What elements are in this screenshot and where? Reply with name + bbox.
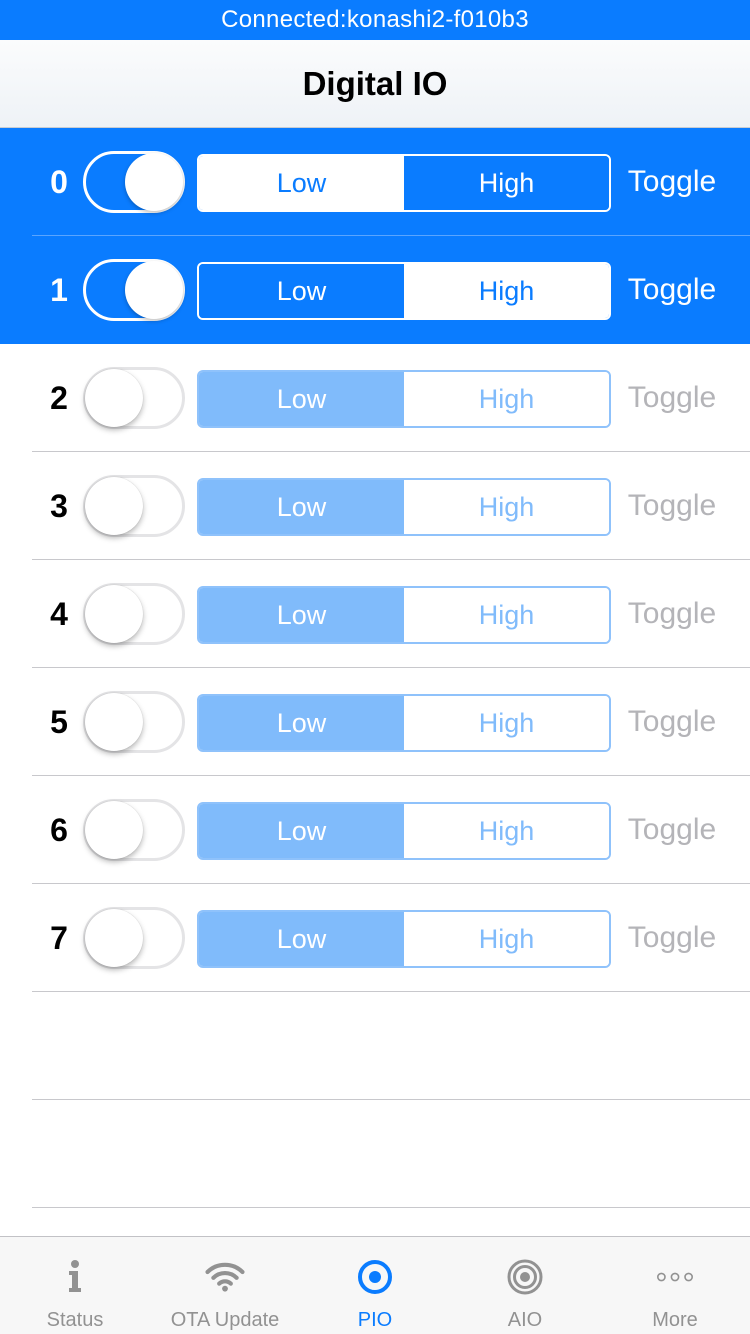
low-segment[interactable]: Low [199, 264, 404, 318]
pin-row-5: 5 Low High Toggle [0, 668, 750, 776]
tab-label: PIO [357, 1309, 393, 1331]
high-segment[interactable]: High [404, 588, 609, 642]
tab-status[interactable]: Status [0, 1237, 150, 1334]
tab-label: OTA Update [170, 1309, 280, 1331]
high-segment[interactable]: High [404, 480, 609, 534]
pio-target-icon [355, 1257, 395, 1297]
switch-knob [125, 261, 183, 319]
low-segment[interactable]: Low [199, 588, 404, 642]
toggle-button[interactable]: Toggle [622, 884, 722, 992]
tab-label: AIO [507, 1309, 543, 1331]
level-segmented-control: Low High [197, 586, 611, 644]
pin-row-4: 4 Low High Toggle [0, 560, 750, 668]
toggle-button[interactable]: Toggle [622, 344, 722, 452]
pin-number: 7 [50, 919, 68, 956]
pin-number: 3 [50, 487, 68, 524]
level-segmented-control: Low High [197, 262, 611, 320]
tab-aio[interactable]: AIO [450, 1237, 600, 1334]
low-segment[interactable]: Low [199, 480, 404, 534]
toggle-button[interactable]: Toggle [622, 776, 722, 884]
pin-number: 1 [50, 271, 68, 308]
pin-enable-switch[interactable] [83, 907, 185, 969]
switch-knob [85, 585, 143, 643]
empty-row [0, 992, 750, 1100]
pin-number: 6 [50, 811, 68, 848]
high-segment[interactable]: High [404, 696, 609, 750]
pin-row-6: 6 Low High Toggle [0, 776, 750, 884]
level-segmented-control: Low High [197, 154, 611, 212]
low-segment[interactable]: Low [199, 372, 404, 426]
pin-enable-switch[interactable] [83, 799, 185, 861]
level-segmented-control: Low High [197, 370, 611, 428]
pin-row-2: 2 Low High Toggle [0, 344, 750, 452]
aio-target-icon [505, 1257, 545, 1297]
switch-knob [85, 801, 143, 859]
switch-knob [85, 477, 143, 535]
level-segmented-control: Low High [197, 694, 611, 752]
pin-row-0: 0 Low High Toggle [0, 128, 750, 236]
pin-number: 2 [50, 379, 68, 416]
pin-enable-switch[interactable] [83, 367, 185, 429]
toggle-button[interactable]: Toggle [622, 668, 722, 776]
row-divider [32, 1207, 750, 1208]
level-segmented-control: Low High [197, 802, 611, 860]
level-segmented-control: Low High [197, 478, 611, 536]
tab-pio[interactable]: PIO [300, 1237, 450, 1334]
high-segment[interactable]: High [404, 264, 609, 318]
toggle-button[interactable]: Toggle [622, 452, 722, 560]
switch-knob [85, 693, 143, 751]
tab-label: Status [46, 1309, 104, 1331]
tab-ota-update[interactable]: OTA Update [150, 1237, 300, 1334]
tab-bar: Status OTA Update PIO AIO More [0, 1236, 750, 1334]
high-segment[interactable]: High [404, 156, 609, 210]
tab-label: More [652, 1309, 698, 1331]
toggle-button[interactable]: Toggle [622, 128, 722, 236]
switch-knob [85, 369, 143, 427]
pin-enable-switch[interactable] [83, 583, 185, 645]
page-title: Digital IO [302, 64, 448, 102]
low-segment[interactable]: Low [199, 912, 404, 966]
pin-row-3: 3 Low High Toggle [0, 452, 750, 560]
pin-enable-switch[interactable] [83, 475, 185, 537]
pin-enable-switch[interactable] [83, 691, 185, 753]
high-segment[interactable]: High [404, 804, 609, 858]
low-segment[interactable]: Low [199, 156, 404, 210]
navigation-bar: Digital IO [0, 40, 750, 128]
pin-row-1: 1 Low High Toggle [0, 236, 750, 344]
pin-list: 0 Low High Toggle 1 Low High Toggle 2 Lo… [0, 128, 750, 1208]
switch-knob [85, 909, 143, 967]
pin-number: 5 [50, 703, 68, 740]
tab-more[interactable]: More [600, 1237, 750, 1334]
empty-row [0, 1100, 750, 1208]
switch-knob [125, 153, 183, 211]
wifi-icon [205, 1257, 245, 1297]
toggle-button[interactable]: Toggle [622, 236, 722, 344]
pin-enable-switch[interactable] [83, 259, 185, 321]
level-segmented-control: Low High [197, 910, 611, 968]
connection-status-bar: Connected:konashi2-f010b3 [0, 0, 750, 40]
connection-status-text: Connected:konashi2-f010b3 [221, 6, 529, 33]
pin-enable-switch[interactable] [83, 151, 185, 213]
low-segment[interactable]: Low [199, 696, 404, 750]
low-segment[interactable]: Low [199, 804, 404, 858]
high-segment[interactable]: High [404, 912, 609, 966]
pin-number: 4 [50, 595, 68, 632]
high-segment[interactable]: High [404, 372, 609, 426]
toggle-button[interactable]: Toggle [622, 560, 722, 668]
pin-row-7: 7 Low High Toggle [0, 884, 750, 992]
info-icon [55, 1257, 95, 1297]
more-dots-icon [655, 1257, 695, 1297]
pin-number: 0 [50, 163, 68, 200]
